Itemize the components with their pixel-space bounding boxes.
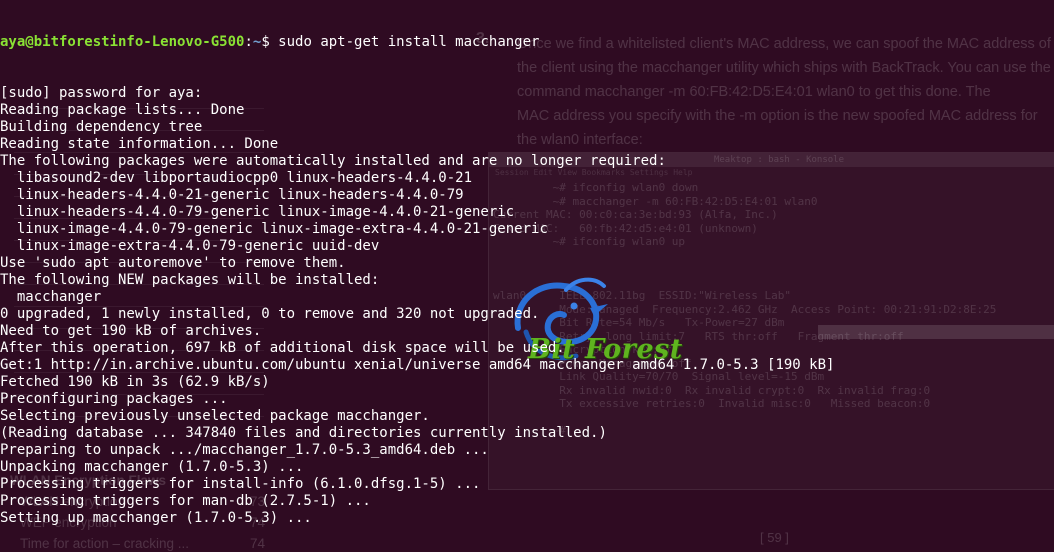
output-line: linux-headers-4.4.0-79-generic linux-ima… (0, 204, 515, 220)
terminal-output[interactable]: aya@bitforestinfo-Lenovo-G500:~$ sudo ap… (0, 0, 1054, 552)
output-line: Preconfiguring packages ... (0, 391, 228, 407)
command-text: sudo apt-get install macchanger (269, 34, 540, 50)
output-line: linux-image-extra-4.4.0-79-generic uuid-… (0, 238, 380, 254)
output-line: Reading state information... Done (0, 136, 279, 152)
output-line: Building dependency tree (0, 119, 203, 135)
output-line: linux-image-4.4.0-79-generic linux-image… (0, 221, 548, 237)
output-line: (Reading database ... 347840 files and d… (0, 425, 607, 441)
output-line: Preparing to unpack .../macchanger_1.7.0… (0, 442, 489, 458)
output-line: The following NEW packages will be insta… (0, 272, 380, 288)
prompt-separator: : (244, 34, 253, 50)
output-line: [sudo] password for aya: (0, 85, 203, 101)
prompt-symbol: $ (261, 34, 270, 50)
output-line: Reading package lists... Done (0, 102, 245, 118)
output-line: Setting up macchanger (1.7.0-5.3) ... (0, 510, 312, 526)
output-line: After this operation, 697 kB of addition… (0, 340, 565, 356)
output-line: linux-headers-4.4.0-21-generic linux-hea… (0, 187, 464, 203)
output-block: [sudo] password for aya: Reading package … (0, 85, 1054, 527)
command-line: aya@bitforestinfo-Lenovo-G500:~$ sudo ap… (0, 34, 1054, 51)
output-line: The following packages were automaticall… (0, 153, 666, 169)
output-line: Use 'sudo apt autoremove' to remove them… (0, 255, 346, 271)
output-line: Get:1 http://in.archive.ubuntu.com/ubunt… (0, 357, 835, 373)
output-line: Selecting previously unselected package … (0, 408, 430, 424)
output-line: macchanger (0, 289, 102, 305)
output-line: Fetched 190 kB in 3s (62.9 kB/s) (0, 374, 270, 390)
output-line: Processing triggers for man-db (2.7.5-1)… (0, 493, 371, 509)
terminal-window[interactable]: 3. Once we find a whitelisted client's M… (0, 0, 1054, 552)
output-line: libasound2-dev libportaudiocpp0 linux-he… (0, 170, 473, 186)
output-line: Unpacking macchanger (1.7.0-5.3) ... (0, 459, 304, 475)
prompt-user-host: aya@bitforestinfo-Lenovo-G500 (0, 34, 245, 50)
output-line: Need to get 190 kB of archives. (0, 323, 262, 339)
output-line: Processing triggers for install-info (6.… (0, 476, 481, 492)
output-line: 0 upgraded, 1 newly installed, 0 to remo… (0, 306, 540, 322)
